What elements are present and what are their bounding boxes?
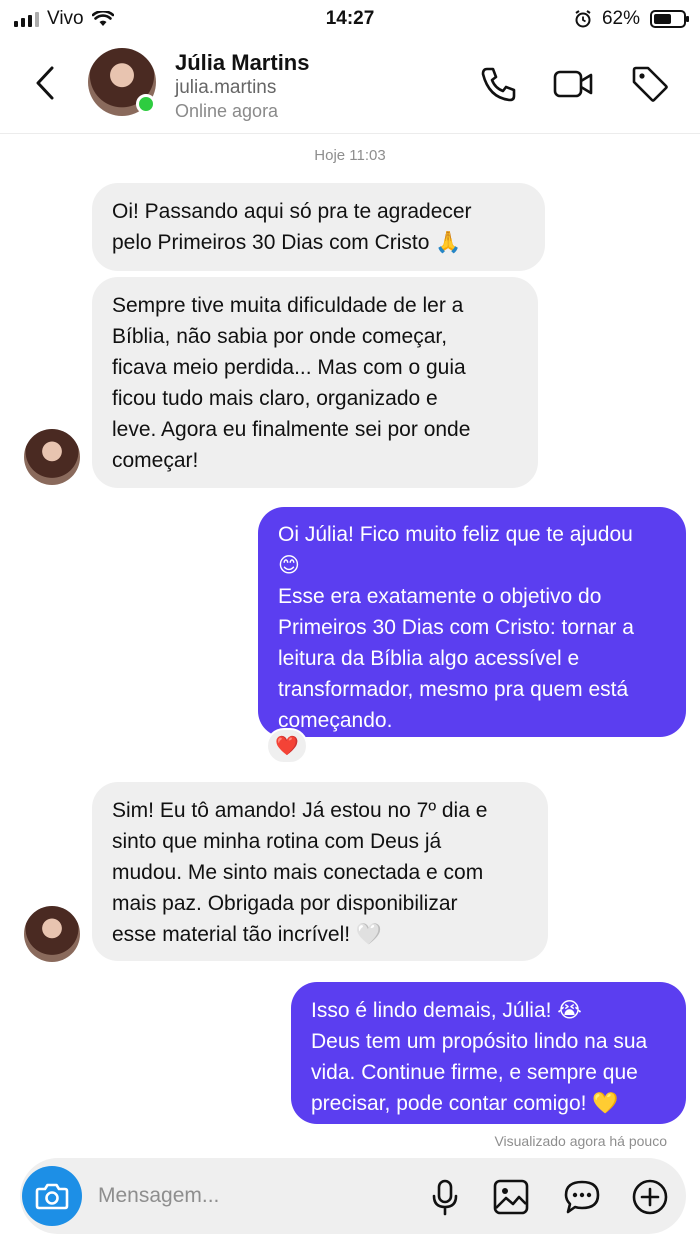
online-indicator (136, 94, 156, 114)
message-outgoing[interactable]: Oi Júlia! Fico muito feliz que te ajudou… (258, 507, 686, 737)
status-bar: Vivo 14:27 62% (0, 0, 700, 38)
message-line: transformador, mesmo pra quem está (278, 678, 629, 701)
message-line: precisar, pode contar comigo! 💛 (311, 1092, 619, 1115)
battery-icon (650, 10, 689, 28)
tag-icon[interactable] (628, 62, 672, 106)
battery-level (654, 14, 672, 24)
message-line: 😊 (278, 554, 300, 577)
message-composer (20, 1158, 686, 1234)
message-line: mudou. Me sinto mais conectada e com (112, 861, 484, 884)
sender-avatar[interactable] (24, 429, 80, 485)
heart-reaction[interactable]: ❤️ (266, 728, 308, 764)
message-line: começar! (112, 449, 199, 472)
message-line: leitura da Bíblia algo acessível e (278, 647, 580, 670)
video-camera-icon[interactable] (551, 62, 595, 106)
seen-status: Visualizado agora há pouco (494, 1133, 667, 1149)
message-line: vida. Continue firme, e sempre que (311, 1061, 638, 1084)
day-separator: Hoje 11:03 (314, 147, 386, 164)
contact-avatar[interactable] (88, 48, 156, 116)
sticker-icon[interactable] (563, 1178, 601, 1216)
camera-button[interactable] (22, 1166, 82, 1226)
message-line: Esse era exatamente o objetivo do (278, 585, 602, 608)
message-line: Oi! Passando aqui só pra te agradecer (112, 200, 472, 223)
message-incoming[interactable]: Sim! Eu tô amando! Já estou no 7º dia e … (92, 782, 548, 961)
message-line: leve. Agora eu finalmente sei por onde (112, 418, 471, 441)
contact-name[interactable]: Júlia Martins (175, 50, 309, 76)
back-arrow-icon[interactable] (28, 60, 64, 106)
message-line: ficava meio perdida... Mas com o guia (112, 356, 466, 379)
camera-icon (35, 1183, 69, 1210)
message-line: Primeiros 30 Dias com Cristo: tornar a (278, 616, 634, 639)
message-line: Bíblia, não sabia por onde começar, (112, 325, 448, 348)
message-line: Isso é lindo demais, Júlia! 😭 (311, 999, 582, 1022)
contact-handle: julia.martins (175, 77, 277, 98)
message-line: Sempre tive muita dificuldade de ler a (112, 294, 464, 317)
message-input[interactable] (98, 1180, 398, 1212)
add-icon[interactable] (631, 1178, 669, 1216)
message-outgoing[interactable]: Isso é lindo demais, Júlia! 😭 Deus tem u… (291, 982, 686, 1124)
message-line: ficou tudo mais claro, organizado e (112, 387, 438, 410)
message-line: Oi Júlia! Fico muito feliz que te ajudou (278, 523, 633, 546)
microphone-icon[interactable] (426, 1178, 464, 1216)
chat-header: Júlia Martins julia.martins Online agora (0, 38, 700, 134)
message-incoming[interactable]: Oi! Passando aqui só pra te agradecer pe… (92, 183, 545, 271)
message-line: sinto que minha rotina com Deus já (112, 830, 442, 853)
message-line: Sim! Eu tô amando! Já estou no 7º dia e (112, 799, 488, 822)
message-line: mais paz. Obrigada por disponibilizar (112, 892, 458, 915)
message-line: Deus tem um propósito lindo na sua (311, 1030, 648, 1053)
battery-percent: 62% (601, 8, 640, 29)
alarm-icon (575, 10, 591, 28)
message-incoming[interactable]: Sempre tive muita dificuldade de ler a B… (92, 277, 538, 488)
phone-icon[interactable] (477, 62, 521, 106)
contact-status: Online agora (175, 101, 279, 121)
gallery-icon[interactable] (492, 1178, 530, 1216)
message-line: esse material tão incrível! 🤍 (112, 923, 383, 946)
message-line: pelo Primeiros 30 Dias com Cristo 🙏 (112, 231, 462, 254)
message-line: começando. (278, 709, 393, 732)
sender-avatar[interactable] (24, 906, 80, 962)
status-right: 62% (574, 8, 689, 30)
